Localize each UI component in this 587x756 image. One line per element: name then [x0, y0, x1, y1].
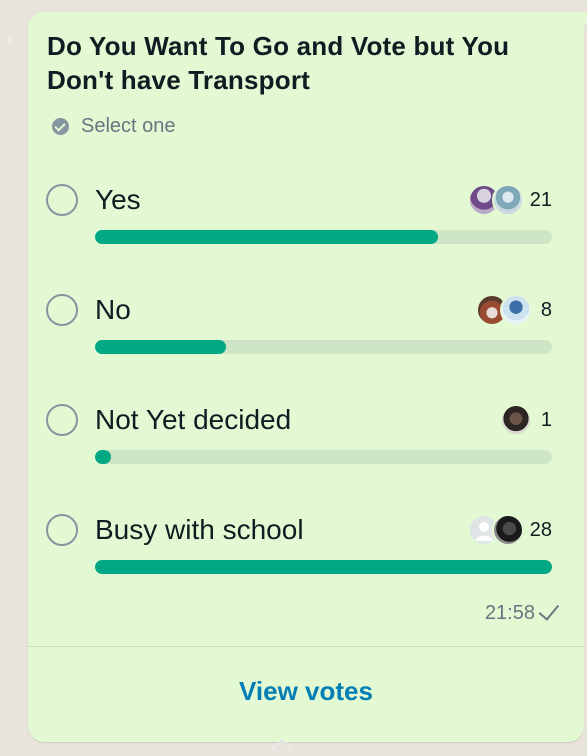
vote-bar-fill: [95, 230, 438, 244]
poll-question: Do You Want To Go and Vote but You Don't…: [47, 31, 510, 95]
poll-option-no[interactable]: No 8: [46, 294, 552, 364]
radio-button[interactable]: [46, 294, 78, 326]
vote-bar: [95, 230, 552, 244]
chevron-up-icon[interactable]: [270, 732, 294, 756]
voters[interactable]: 21: [467, 184, 552, 216]
vote-bar: [95, 560, 552, 574]
option-label: Busy with school: [95, 514, 304, 545]
vote-bar-fill: [95, 450, 112, 464]
poll-option-yes[interactable]: Yes 21: [46, 184, 552, 254]
message-meta: 21:58: [484, 599, 560, 625]
vote-bar-fill: [95, 560, 552, 574]
option-label: Not Yet decided: [95, 404, 292, 435]
option-label: Yes: [95, 184, 141, 215]
voter-avatar: [491, 184, 524, 216]
voters[interactable]: 8: [476, 294, 552, 326]
message-time: 21:58: [484, 602, 535, 624]
single-check-icon: [538, 599, 560, 621]
vote-count: 28: [529, 518, 552, 541]
radio-button[interactable]: [46, 184, 78, 216]
vote-bar-fill: [95, 340, 226, 354]
voter-avatar: [500, 404, 532, 436]
voters[interactable]: 1: [500, 404, 552, 436]
vote-bar: [95, 340, 552, 354]
select-hint: Select one: [52, 115, 176, 138]
voter-avatar: [491, 514, 524, 546]
check-circle-icon: [52, 118, 69, 135]
vote-count: 21: [529, 188, 552, 211]
poll-option-busy-with-school[interactable]: Busy with school 28: [46, 514, 552, 584]
view-votes-button[interactable]: View votes: [28, 676, 584, 707]
select-hint-label: Select one: [81, 115, 176, 137]
option-label: No: [95, 294, 131, 325]
radio-button[interactable]: [46, 514, 78, 546]
vote-bar: [95, 450, 552, 464]
divider: [28, 646, 584, 647]
voters[interactable]: 28: [467, 514, 552, 546]
radio-button[interactable]: [46, 404, 78, 436]
poll-message-bubble[interactable]: Do You Want To Go and Vote but You Don't…: [28, 12, 587, 750]
vote-count: 1: [540, 408, 552, 431]
vote-count: 8: [540, 298, 552, 321]
poll-option-not-yet-decided[interactable]: Not Yet decided 1: [46, 404, 552, 474]
voter-avatar: [500, 294, 532, 326]
